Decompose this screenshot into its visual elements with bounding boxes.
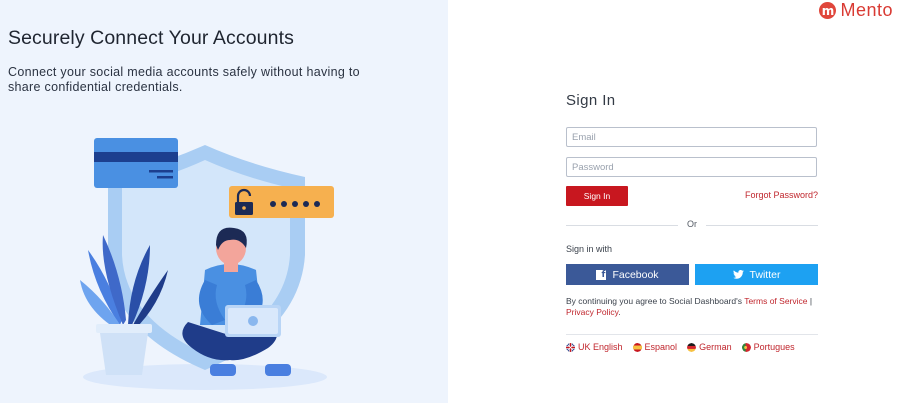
terms-suffix: .: [618, 307, 621, 317]
security-illustration: [80, 138, 334, 390]
language-espanol[interactable]: Espanol: [632, 342, 678, 352]
language-uk-english[interactable]: UK English: [566, 342, 623, 352]
terms-prefix: By continuing you agree to Social Dashbo…: [566, 296, 745, 306]
or-divider: Or: [566, 219, 818, 231]
terms-of-service-link[interactable]: Terms of Service: [744, 296, 807, 306]
mento-logo-icon: m: [819, 2, 837, 19]
facebook-signin-button[interactable]: f Facebook: [566, 264, 689, 285]
promo-panel: Securely Connect Your Accounts Connect y…: [0, 0, 448, 403]
email-field[interactable]: [566, 127, 817, 147]
signin-form: Sign In Sign In Forgot Password? Or Sign…: [566, 92, 818, 352]
terms-notice: By continuing you agree to Social Dashbo…: [566, 296, 822, 318]
divider-line: [706, 225, 818, 226]
facebook-label: Facebook: [612, 268, 659, 281]
credit-card-icon: [94, 138, 178, 188]
signin-button[interactable]: Sign In: [566, 186, 628, 206]
password-field[interactable]: [566, 157, 817, 177]
promo-subtext: Connect your social media accounts safel…: [8, 65, 360, 94]
language-label: UK English: [578, 342, 623, 352]
portugal-flag-icon: [741, 342, 751, 352]
twitter-icon: [732, 270, 744, 279]
brand-logo[interactable]: m Mento: [819, 0, 893, 21]
language-label: Espanol: [644, 342, 678, 352]
privacy-policy-link[interactable]: Privacy Policy: [566, 307, 618, 317]
language-portugues[interactable]: Portugues: [741, 342, 795, 352]
uk-flag-icon: [566, 342, 575, 352]
signin-with-label: Sign in with: [566, 244, 613, 254]
spain-flag-icon: [632, 342, 642, 352]
germany-flag-icon: [687, 342, 697, 352]
twitter-label: Twitter: [749, 268, 781, 281]
terms-separator: |: [807, 296, 813, 306]
promo-headline: Securely Connect Your Accounts: [8, 27, 294, 49]
language-label: German: [699, 342, 732, 352]
language-selector: UK English Espanol German Portugues: [566, 342, 795, 352]
login-page: Securely Connect Your Accounts Connect y…: [0, 0, 900, 403]
password-lock-icon: [229, 186, 334, 218]
facebook-icon: f: [596, 269, 607, 280]
forgot-password-link[interactable]: Forgot Password?: [745, 190, 818, 200]
signin-title: Sign In: [566, 92, 616, 109]
or-label: Or: [687, 219, 697, 229]
signin-panel: m Mento Sign In Sign In Forgot Password?…: [448, 0, 900, 403]
twitter-signin-button[interactable]: Twitter: [695, 264, 818, 285]
language-german[interactable]: German: [687, 342, 732, 352]
language-label: Portugues: [753, 342, 795, 352]
footer-divider: [566, 334, 818, 335]
brand-name: Mento: [840, 0, 893, 20]
